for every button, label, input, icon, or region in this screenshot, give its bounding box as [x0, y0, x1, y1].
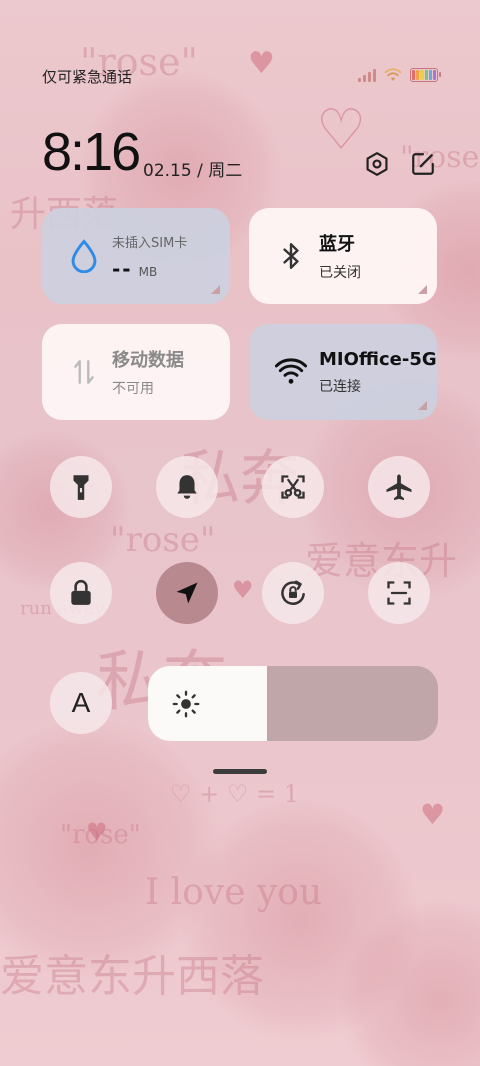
wallpaper-text: I love you	[145, 872, 323, 913]
sun-icon	[172, 690, 200, 718]
flashlight-icon	[73, 475, 89, 500]
signal-icon	[358, 68, 376, 82]
wallpaper-text: ♡ + ♡ = 1	[170, 780, 300, 808]
tile-sim-label: 未插入SIM卡	[112, 235, 188, 251]
water-drop-icon	[66, 238, 102, 274]
toggle-rotation-lock[interactable]	[262, 562, 324, 624]
wallpaper-text: 爱意东升西落	[0, 951, 264, 1002]
toggle-scanner[interactable]	[368, 562, 430, 624]
expand-corner-icon	[418, 401, 427, 410]
tile-sim-value: --	[112, 256, 133, 281]
expand-corner-icon	[418, 285, 427, 294]
wifi-status-icon	[384, 68, 402, 81]
drag-handle[interactable]	[213, 769, 267, 774]
date-separator: /	[197, 161, 203, 181]
bell-icon	[177, 475, 197, 499]
gear-icon	[366, 152, 388, 176]
scissors-icon	[281, 475, 305, 499]
heart-decoration: ♡	[316, 98, 367, 163]
wifi-icon	[273, 354, 309, 390]
font-size-button[interactable]: A	[50, 672, 112, 734]
toggle-lock-screen[interactable]	[50, 562, 112, 624]
airplane-icon	[386, 474, 412, 501]
edit-icon	[412, 153, 434, 175]
heart-decoration: ♥	[420, 798, 446, 831]
data-arrows-icon	[66, 354, 102, 390]
tile-sim-data-usage[interactable]: 未插入SIM卡 -- MB	[42, 208, 230, 304]
tile-bluetooth-label: 蓝牙	[319, 234, 355, 255]
bluetooth-icon	[273, 238, 309, 274]
rotation-lock-icon	[281, 580, 305, 605]
date-value: 02.15	[143, 161, 192, 181]
tile-mobile-data-status: 不可用	[112, 381, 154, 397]
lock-icon	[71, 579, 91, 605]
battery-icon	[410, 68, 441, 82]
tile-wifi-status: 已连接	[319, 378, 361, 395]
brightness-fill	[148, 666, 267, 741]
tile-wifi-label: MIOffice-5G	[319, 348, 437, 370]
location-arrow-icon	[176, 582, 198, 604]
status-icons	[358, 68, 441, 82]
heart-decoration: ♥	[86, 818, 108, 846]
tile-bluetooth-status: 已关闭	[319, 265, 361, 281]
clock-date: 02.15 / 周二	[143, 156, 242, 181]
settings-button[interactable]	[363, 150, 391, 178]
weekday: 周二	[208, 161, 243, 181]
clock-time: 8:16	[42, 122, 141, 182]
tile-mobile-data-label: 移动数据	[112, 350, 184, 371]
toggle-airplane-mode[interactable]	[368, 456, 430, 518]
scan-icon	[387, 581, 411, 605]
tile-mobile-data[interactable]: 移动数据 不可用	[42, 324, 230, 420]
toggle-screenshot[interactable]	[262, 456, 324, 518]
toggle-flashlight[interactable]	[50, 456, 112, 518]
status-bar: 仅可紧急通话	[42, 62, 441, 90]
toggle-location[interactable]	[156, 562, 218, 624]
toggle-sound[interactable]	[156, 456, 218, 518]
font-size-label: A	[71, 687, 91, 718]
heart-decoration: ♥	[232, 576, 254, 604]
edit-button[interactable]	[409, 150, 437, 178]
brightness-slider[interactable]	[148, 666, 438, 741]
tile-bluetooth[interactable]: 蓝牙 已关闭	[249, 208, 437, 304]
wallpaper-text: "rose"	[110, 520, 216, 560]
tile-sim-unit: MB	[138, 264, 158, 279]
carrier-status: 仅可紧急通话	[42, 68, 133, 86]
expand-corner-icon	[211, 285, 220, 294]
tile-wifi[interactable]: MIOffice-5G 已连接	[249, 324, 437, 420]
